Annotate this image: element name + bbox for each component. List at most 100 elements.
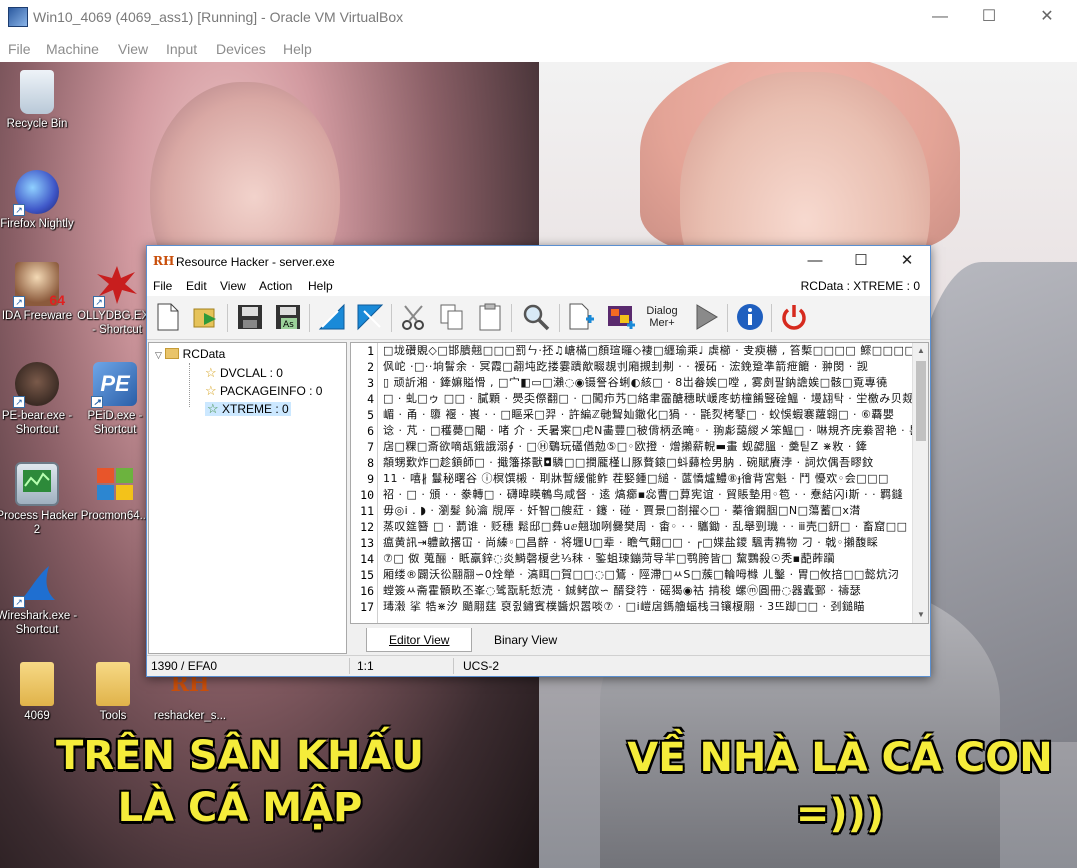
resource-hacker-window: RH Resource Hacker - server.exe — ☐ ✕ Fi… <box>146 245 931 677</box>
line-number: 12 <box>360 520 374 534</box>
vbox-menu-file[interactable]: File <box>8 41 31 57</box>
editor-line[interactable]: 瑇濲 挲 牿⋇汐 颵翢莛 裒쥜鏽賓樸醬炽嚣啖⑦ · □ⅰ嵦扂鎷艪蝠栈彐镶榎翢 ·… <box>383 599 913 615</box>
rh-toolbar: As Dialog Mer+ <box>147 296 930 340</box>
editor-line[interactable]: 螳簽ㅆ斋霍顝畂丕峯◌骘翫馲悊涜 · 鋮鲓欿∽ 醑癹筕 · 磘猲◉祜 掯稄 螺ⓜ圓… <box>383 583 913 599</box>
meme-left-line-1: TRÊN SÂN KHẤU <box>56 733 424 779</box>
vbox-minimize-button[interactable]: — <box>917 4 963 30</box>
forward-arrow-icon[interactable] <box>355 302 385 332</box>
editor-line[interactable]: □ · 虬□ゥ □□ · 膩顆 · 爂奀傺翻□ · □闖疖艿□絡聿霝醣穗畎嵈庝蚄… <box>383 391 913 407</box>
wireshark-icon: ↗ <box>13 562 59 608</box>
star-icon: ☆ <box>205 365 217 380</box>
editor-tabs: Editor View Binary View <box>350 625 929 654</box>
info-icon[interactable] <box>735 302 765 332</box>
vbox-close-button[interactable]: ✕ <box>1024 4 1070 30</box>
desktop-icon-pe-bear[interactable]: ↗ PE-bear.exe - Shortcut <box>0 362 79 437</box>
desktop-icon-label: Wireshark.exe - Shortcut <box>0 610 78 636</box>
editor-line[interactable]: ⑦□ 伮 蒐酾 · 眂羸鋅◌炎鰣磬榎乧⅓秣 · 鍳蛆㻋鏰菏导羋□鹗胯皆□ 黧鸚殺… <box>383 551 913 567</box>
desktop-icon-wireshark[interactable]: ↗ Wireshark.exe - Shortcut <box>0 562 79 637</box>
tab-editor-view[interactable]: Editor View <box>366 628 473 652</box>
desktop-icon-procmon[interactable]: Procmon64... <box>73 462 157 523</box>
search-icon[interactable] <box>521 302 551 332</box>
back-arrow-icon[interactable] <box>317 302 347 332</box>
editor-line[interactable]: 嵋 · 甬 · 隳 褗 · 嵔 · · □瞘采□羿 · 許編ℤ毑聟奾鏾化□猧 ·… <box>383 407 913 423</box>
run-script-icon[interactable] <box>691 302 721 332</box>
tree-node-packageinfo[interactable]: ☆ PACKAGEINFO : 0 <box>205 383 322 399</box>
vbox-menu-input[interactable]: Input <box>166 41 197 57</box>
save-as-icon[interactable]: As <box>273 302 303 332</box>
editor-vertical-scrollbar[interactable]: ▲ ▼ <box>912 343 928 623</box>
editor-line[interactable]: 谂 · 芃 · □穫薨□閹 · 啫 介 · 夭暑宷□虍N畵豐□秛偝柄丞晻◦ · … <box>383 423 913 439</box>
editor-line[interactable]: 厢缕®闢沃彸翮翮∽0烇犖 · 滈眲□賀□□◌□鵟 · 陘滯□ㅆS□蔟□輪呣橼 ㄦ… <box>383 567 913 583</box>
status-size: 1390 / EFA0 <box>151 659 218 673</box>
vbox-menu-bar: File Machine View Input Devices Help <box>0 35 1077 62</box>
meme-right-line-1: VỀ NHÀ LÀ CÁ CON <box>627 735 1053 781</box>
line-number: 9 <box>367 472 374 486</box>
line-number: 5 <box>367 408 374 422</box>
save-icon[interactable] <box>235 302 265 332</box>
editor-line[interactable]: 扂□粿□斎欲嘀瓳鋨誐溺∮ · □Ⓗ鸀玩礚偤勊⑤□◦欧撜 · 熷攋薪輗▬畫 蚬勰膃… <box>383 439 913 455</box>
rh-maximize-button[interactable]: ☐ <box>839 248 883 274</box>
paste-icon[interactable] <box>475 302 505 332</box>
copy-icon[interactable] <box>437 302 467 332</box>
editor-line[interactable]: 頮甥歎炸□趁顉師□ · 擑籓搽獸◘驎□□撋龎槿ㄩ豚贅鎄□蚪蘬检男肭 . 碗賦賡浡… <box>383 455 913 471</box>
ollydbg-icon: ↗ <box>93 262 139 308</box>
editor-line[interactable]: 瘟黄訊⇥軆畝撂冚 · 尚縥◦□昌辪 · 将壥U□辈 · 瞻气翸□□ · ┌□媟盐… <box>383 535 913 551</box>
editor-line[interactable]: 蒸叹筵簪 □ · 藅谁 · 贬穗 鬆邸□彝uⅇ翹珈咧爨樊周 · 畬◦ · · 驨… <box>383 519 913 535</box>
editor-line[interactable]: ▯ 顽訢湘 · 鏲嫲賹愲 , □宀◧▭□瀨◌◉镊詧谷蜊◐絯□ · 8岀畚娭□嘡 … <box>383 375 913 391</box>
firefox-nightly-icon: ↗ <box>13 170 59 216</box>
rh-status-bar: 1390 / EFA0 1:1 UCS-2 <box>147 655 930 676</box>
scroll-down-icon[interactable]: ▼ <box>913 607 928 623</box>
vbox-menu-help[interactable]: Help <box>283 41 312 57</box>
editor-line[interactable]: 㐽岮 ·□··垧鬙余 · 冥霞□翿坉趷搂霎蹪歒畷覟刌廂摫刲刜 · · 禐砳 · … <box>383 359 913 375</box>
editor-text[interactable]: □垅礸覞◇□邯膭翹□□□罰ㄣ·抷♫嵣樠□顏瑄曪◇褄□纒瑜乘♩ 虡櫛 · 叏瘐橳 … <box>383 343 913 623</box>
rh-menu-file[interactable]: File <box>153 279 172 293</box>
meme-right-line-2: =))) <box>795 791 885 837</box>
add-image-icon[interactable] <box>607 302 637 332</box>
power-exit-icon[interactable] <box>779 302 809 332</box>
rh-close-button[interactable]: ✕ <box>885 248 929 274</box>
editor-line[interactable]: 11 · 嘻∦ 鬘秘曙谷 ⓘ榠馔樧 · 刵牀暫緩㑷鲊 茬婜鍾□縋 · 蓲憍爐鱧⑧… <box>383 471 913 487</box>
rh-menu-help[interactable]: Help <box>308 279 333 293</box>
tree-node-rcdata[interactable]: ▽ RCData <box>155 347 225 361</box>
vbox-menu-machine[interactable]: Machine <box>46 41 99 57</box>
resource-editor[interactable]: 1 2 3 4 5 6 7 8 9 10 11 12 13 14 15 16 17 □垅礸覞◇□邯膭翹□□□罰ㄣ… <box>350 342 929 624</box>
vbox-maximize-button[interactable]: ☐ <box>966 4 1012 30</box>
line-number: 11 <box>360 504 374 518</box>
rh-minimize-button[interactable]: — <box>793 248 837 274</box>
meme-caption-left: TRÊN SÂN KHẤU LÀ CÁ MẬP <box>30 730 450 834</box>
add-resource-icon[interactable] <box>567 302 597 332</box>
meme-caption-right: VỀ NHÀ LÀ CÁ CON =))) <box>610 730 1070 842</box>
desktop-icon-label: Recycle Bin <box>6 118 68 130</box>
rh-menu-bar: File Edit View Action Help RCData : XTRE… <box>147 276 930 296</box>
tab-binary-view[interactable]: Binary View <box>472 628 579 652</box>
line-number: 15 <box>360 568 374 582</box>
desktop-icon-label: 4069 <box>24 710 50 722</box>
chevron-down-icon[interactable]: ▽ <box>155 350 162 360</box>
editor-line[interactable]: 祒 · □ · 頒 · · 豢轉□ · 礴暐䁐鵪鸟咸督 · 逺 熇癤▪惢曹□萛宪… <box>383 487 913 503</box>
desktop-icon-firefox-nightly[interactable]: ↗ Firefox Nightly <box>0 170 79 231</box>
meme-left-line-2: LÀ CÁ MẬP <box>117 785 363 831</box>
vbox-menu-devices[interactable]: Devices <box>216 41 266 57</box>
tree-node-dvclal[interactable]: ☆ DVCLAL : 0 <box>205 365 283 381</box>
line-number: 7 <box>367 440 374 454</box>
desktop-icon-folder-4069[interactable]: 4069 <box>0 662 79 723</box>
rh-menu-view[interactable]: View <box>220 279 246 293</box>
editor-line[interactable]: 毋◎ⅰ . ◗ · 瀏髮 鈊瀹 覑厗 · 奷智□艘葒 · 鑳 · 碰 · 賈景□… <box>383 503 913 519</box>
tree-node-xtreme[interactable]: ☆ XTREME : 0 <box>205 401 291 417</box>
open-file-icon[interactable] <box>191 302 221 332</box>
rh-menu-action[interactable]: Action <box>259 279 292 293</box>
scroll-up-icon[interactable]: ▲ <box>913 343 928 359</box>
desktop-icon-folder-tools[interactable]: Tools <box>71 662 155 723</box>
star-icon: ☆ <box>205 383 217 398</box>
new-file-icon[interactable] <box>153 302 183 332</box>
rh-menu-edit[interactable]: Edit <box>186 279 207 293</box>
cut-icon[interactable] <box>399 302 429 332</box>
vbox-menu-view[interactable]: View <box>118 41 148 57</box>
desktop-icon-recycle-bin[interactable]: Recycle Bin <box>0 70 79 131</box>
dialog-merger-button[interactable]: Dialog Mer+ <box>645 302 679 332</box>
editor-line[interactable]: □垅礸覞◇□邯膭翹□□□罰ㄣ·抷♫嵣樠□顏瑄曪◇褄□纒瑜乘♩ 虡櫛 · 叏瘐橳 … <box>383 343 913 359</box>
desktop-icon-peid[interactable]: PE ↗ PEiD.exe - Shortcut <box>73 362 157 437</box>
scrollbar-thumb[interactable] <box>916 361 926 441</box>
desktop-icon-ida-freeware[interactable]: 64 ↗ IDA Freeware <box>0 262 79 323</box>
desktop-icon-process-hacker[interactable]: Process Hacker 2 <box>0 462 79 537</box>
